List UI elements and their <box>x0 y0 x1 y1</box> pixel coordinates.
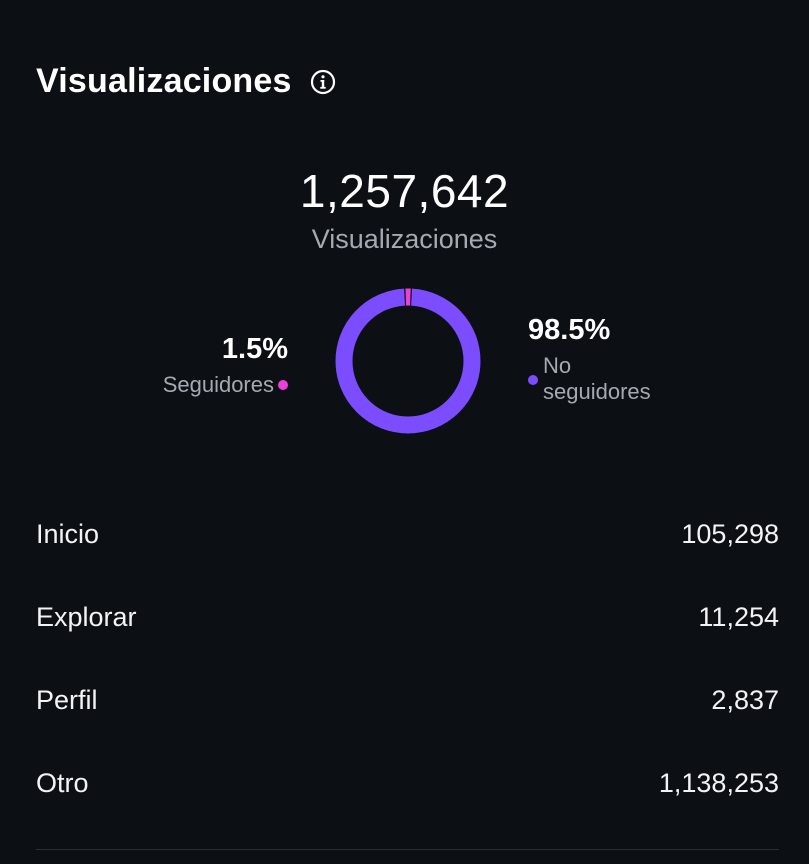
source-value: 1,138,253 <box>658 768 779 798</box>
views-header: Visualizaciones <box>36 62 336 101</box>
source-row-inicio: Inicio 105,298 <box>36 493 779 576</box>
non-followers-legend: No seguidores <box>528 353 683 405</box>
total-views-value: 1,257,642 <box>299 165 510 217</box>
source-label: Explorar <box>36 602 137 632</box>
page-title: Visualizaciones <box>36 62 292 100</box>
source-value: 11,254 <box>698 602 779 632</box>
views-by-source-list: Inicio 105,298 Explorar 11,254 Perfil 2,… <box>36 493 779 825</box>
source-label: Inicio <box>36 519 100 549</box>
source-label: Perfil <box>36 685 98 715</box>
non-followers-stat: 98.5% No seguidores <box>528 314 683 405</box>
source-row-perfil: Perfil 2,837 <box>36 659 779 742</box>
info-circle-icon[interactable] <box>310 69 336 95</box>
non-followers-dot-icon <box>528 375 538 385</box>
source-row-explorar: Explorar 11,254 <box>36 576 779 659</box>
non-followers-label: No seguidores <box>543 353 651 404</box>
source-label: Otro <box>36 768 89 798</box>
followers-percent: 1.5% <box>221 333 288 365</box>
non-followers-percent: 98.5% <box>528 314 611 346</box>
total-views-label: Visualizaciones <box>311 224 498 254</box>
source-row-otro: Otro 1,138,253 <box>36 742 779 825</box>
followers-stat: 1.5% Seguidores <box>163 333 288 398</box>
followers-dot-icon <box>278 380 288 390</box>
followers-label: Seguidores <box>162 372 274 397</box>
section-divider <box>36 849 779 850</box>
donut-segment-non-followers <box>335 288 481 434</box>
followers-legend: Seguidores <box>163 372 288 398</box>
followers-donut-chart <box>335 288 481 434</box>
source-value: 105,298 <box>681 519 779 549</box>
source-value: 2,837 <box>711 685 779 715</box>
